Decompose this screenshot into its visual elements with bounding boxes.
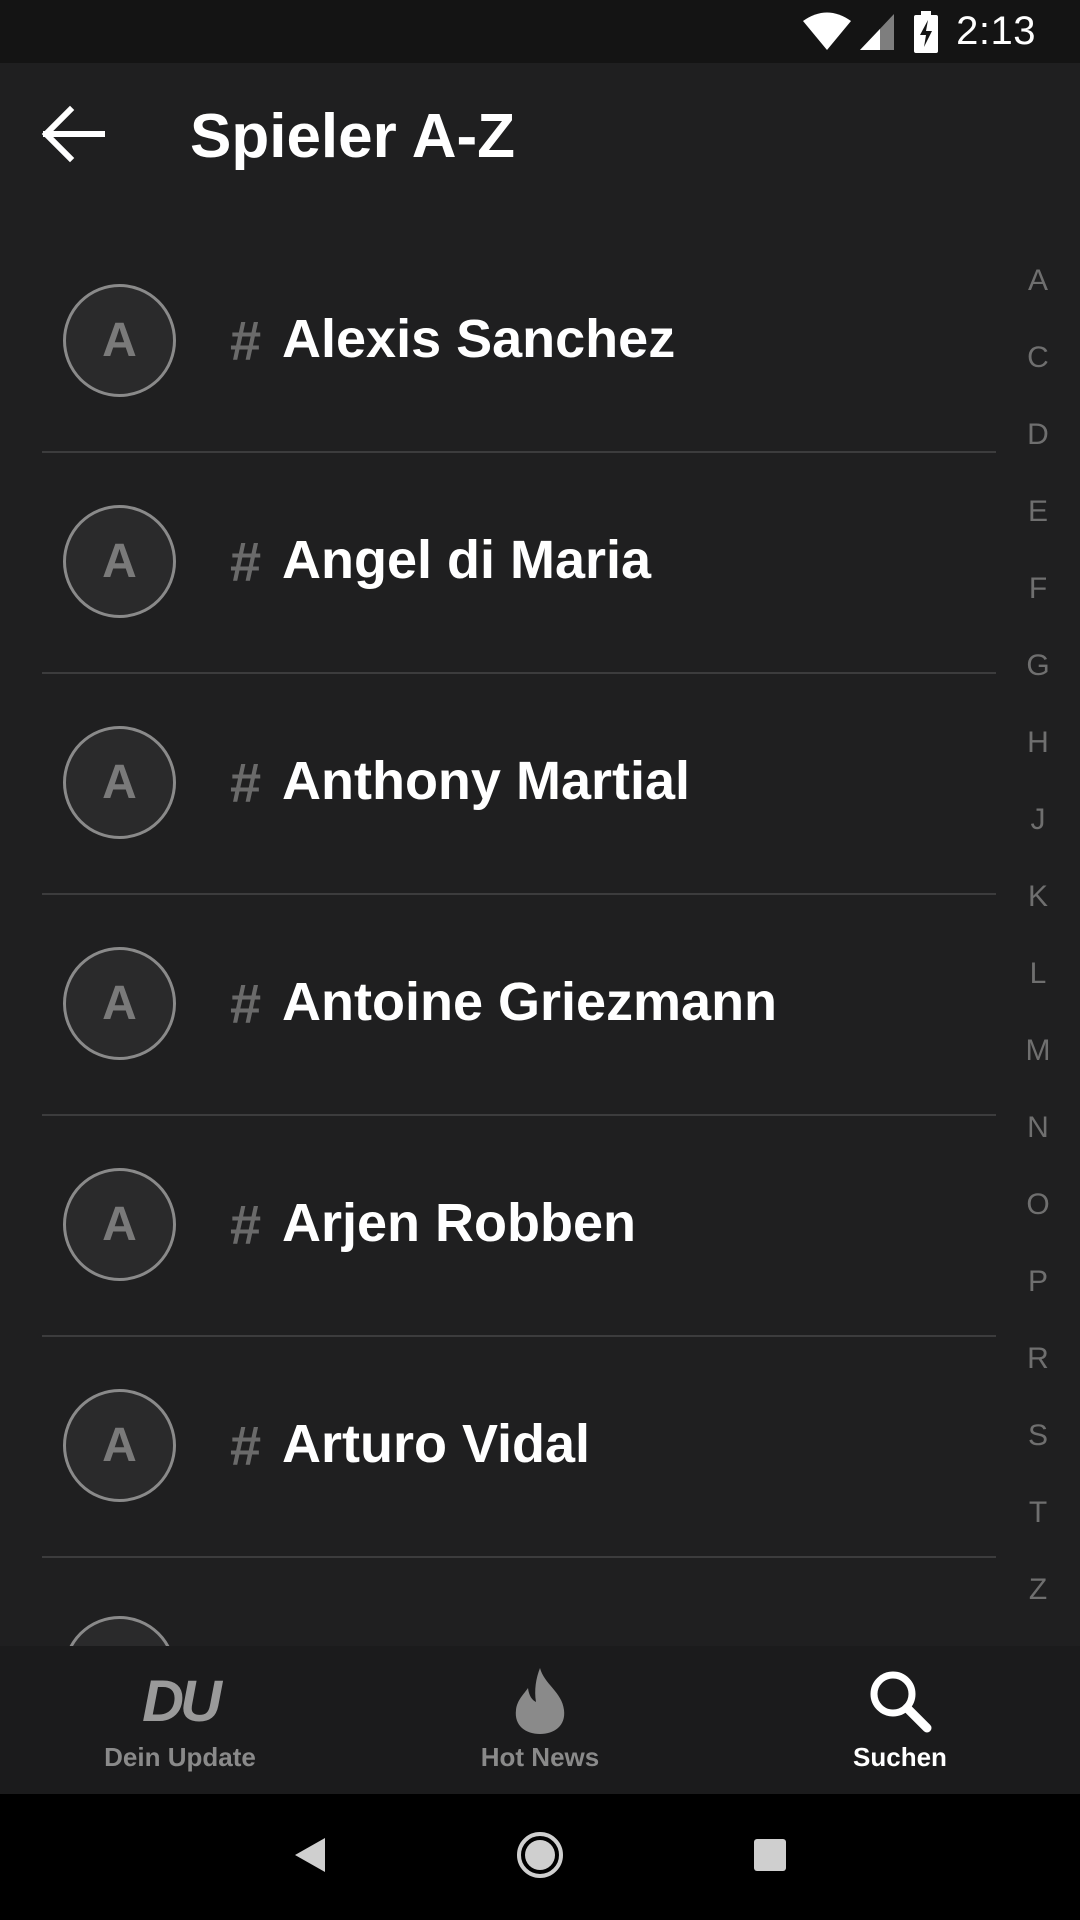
index-letter[interactable]: N bbox=[996, 1089, 1080, 1166]
back-button[interactable] bbox=[30, 93, 116, 179]
index-letter[interactable]: F bbox=[996, 550, 1080, 627]
square-recents-icon bbox=[753, 1838, 787, 1877]
player-name: Alexis Sanchez bbox=[282, 309, 676, 369]
search-icon bbox=[867, 1666, 933, 1736]
index-letter[interactable]: G bbox=[996, 627, 1080, 704]
page-title: Spieler A-Z bbox=[190, 102, 515, 171]
index-letter[interactable]: Z bbox=[996, 1551, 1080, 1628]
index-letter[interactable]: D bbox=[996, 396, 1080, 473]
list-item[interactable]: A # Arjen Robben bbox=[0, 1116, 1000, 1337]
list-item[interactable]: A # Angel di Maria bbox=[0, 453, 1000, 674]
avatar: A bbox=[63, 1389, 176, 1502]
player-name: Anthony Martial bbox=[282, 751, 691, 811]
index-letter[interactable]: A bbox=[996, 242, 1080, 319]
avatar: A bbox=[63, 947, 176, 1060]
system-back-button[interactable] bbox=[245, 1794, 375, 1920]
player-list: A # Alexis Sanchez A # Angel di Maria A … bbox=[0, 232, 1000, 1558]
bottom-navigation: DU Dein Update Hot News Suchen bbox=[0, 1646, 1080, 1794]
du-logo-icon: DU bbox=[142, 1666, 222, 1736]
tab-label: Dein Update bbox=[104, 1742, 256, 1772]
status-time: 2:13 bbox=[956, 9, 1036, 53]
index-letter[interactable]: C bbox=[996, 319, 1080, 396]
tab-label: Suchen bbox=[853, 1742, 947, 1772]
list-item[interactable]: A # Antoine Griezmann bbox=[0, 895, 1000, 1116]
avatar: A bbox=[63, 505, 176, 618]
index-letter[interactable]: E bbox=[996, 473, 1080, 550]
index-letter[interactable]: P bbox=[996, 1243, 1080, 1320]
divider bbox=[42, 1556, 996, 1558]
index-letter[interactable]: H bbox=[996, 704, 1080, 781]
system-recents-button[interactable] bbox=[705, 1794, 835, 1920]
player-name: Angel di Maria bbox=[282, 530, 652, 590]
battery-charging-icon bbox=[914, 10, 939, 53]
hashtag-symbol: # bbox=[230, 309, 262, 372]
system-navigation-bar bbox=[0, 1794, 1080, 1920]
avatar: A bbox=[63, 1168, 176, 1281]
list-item[interactable]: A # Arturo Vidal bbox=[0, 1337, 1000, 1558]
flame-icon bbox=[510, 1666, 570, 1736]
hashtag-symbol: # bbox=[230, 972, 262, 1035]
index-letter[interactable]: S bbox=[996, 1397, 1080, 1474]
hashtag-symbol: # bbox=[230, 1193, 262, 1256]
index-letter[interactable]: T bbox=[996, 1474, 1080, 1551]
arrow-left-icon bbox=[40, 104, 106, 169]
tab-suchen[interactable]: Suchen bbox=[720, 1646, 1080, 1794]
status-icons: 2:13 bbox=[802, 0, 1080, 63]
player-name: Arjen Robben bbox=[282, 1193, 637, 1253]
wifi-icon bbox=[802, 12, 852, 52]
du-logo-text: DU bbox=[142, 1668, 222, 1734]
app-bar: Spieler A-Z bbox=[0, 63, 1080, 209]
cell-signal-icon bbox=[858, 12, 896, 52]
index-letter[interactable]: K bbox=[996, 858, 1080, 935]
hashtag-symbol: # bbox=[230, 1414, 262, 1477]
player-name: Antoine Griezmann bbox=[282, 972, 778, 1032]
system-home-button[interactable] bbox=[475, 1794, 605, 1920]
tab-hot-news[interactable]: Hot News bbox=[360, 1646, 720, 1794]
circle-home-icon bbox=[515, 1830, 565, 1885]
avatar: A bbox=[63, 726, 176, 839]
alphabet-index: A C D E F G H J K L M N O P R S T Z bbox=[996, 242, 1080, 1628]
avatar: A bbox=[63, 284, 176, 397]
hashtag-symbol: # bbox=[230, 751, 262, 814]
triangle-back-icon bbox=[293, 1836, 327, 1879]
index-letter[interactable]: M bbox=[996, 1012, 1080, 1089]
index-letter[interactable]: J bbox=[996, 781, 1080, 858]
index-letter[interactable]: L bbox=[996, 935, 1080, 1012]
list-item[interactable]: A # Anthony Martial bbox=[0, 674, 1000, 895]
screen: 2:13 Spieler A-Z A # Alexis Sanchez A # … bbox=[0, 0, 1080, 1920]
tab-label: Hot News bbox=[480, 1742, 600, 1772]
index-letter[interactable]: R bbox=[996, 1320, 1080, 1397]
list-item[interactable]: A # Alexis Sanchez bbox=[0, 232, 1000, 453]
index-letter[interactable]: O bbox=[996, 1166, 1080, 1243]
tab-dein-update[interactable]: DU Dein Update bbox=[0, 1646, 360, 1794]
player-name: Arturo Vidal bbox=[282, 1414, 591, 1474]
status-bar: 2:13 bbox=[0, 0, 1080, 63]
hashtag-symbol: # bbox=[230, 530, 262, 593]
